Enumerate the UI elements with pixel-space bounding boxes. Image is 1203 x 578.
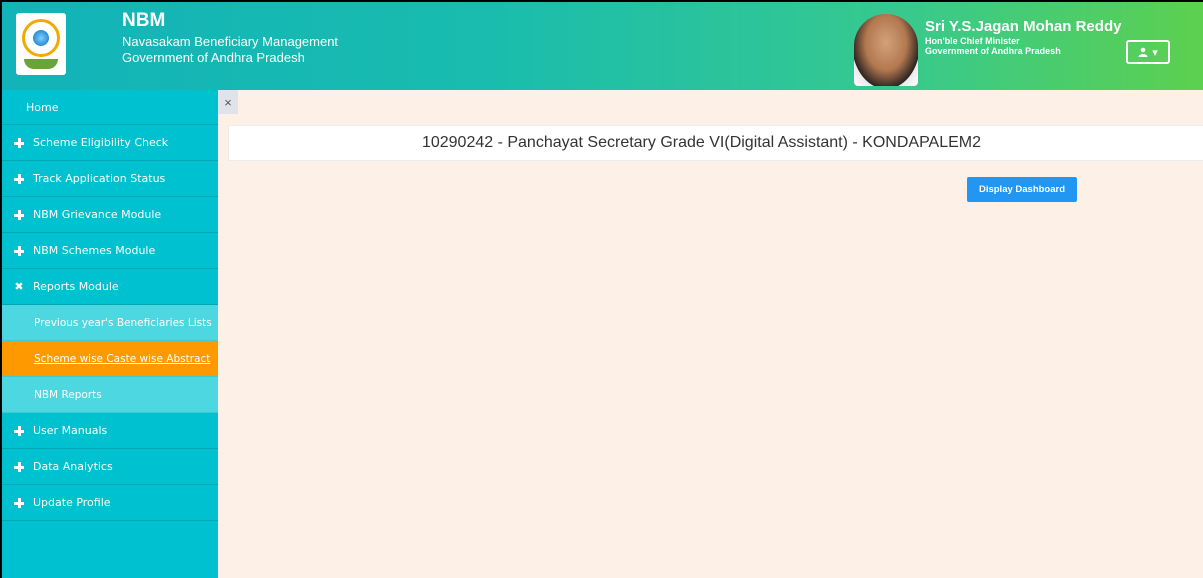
- plus-icon: [14, 173, 24, 184]
- ap-emblem-logo: [16, 13, 66, 75]
- plus-icon: [14, 497, 24, 508]
- sidebar-item-label: Reports Module: [33, 280, 119, 293]
- sidebar-item-scheme-eligibility-check[interactable]: Scheme Eligibility Check: [2, 125, 218, 161]
- cm-name: Sri Y.S.Jagan Mohan Reddy: [925, 18, 1122, 35]
- plus-icon: [14, 245, 24, 256]
- user-icon: [1138, 47, 1148, 57]
- sidebar-item-data-analytics[interactable]: Data Analytics: [2, 449, 218, 485]
- top-header: NBM Navasakam Beneficiary Management Gov…: [2, 2, 1203, 90]
- display-dashboard-button[interactable]: Display Dashboard: [967, 177, 1077, 202]
- submenu-item-nbm-reports[interactable]: NBM Reports: [2, 377, 218, 413]
- close-icon: ✖: [14, 279, 24, 293]
- user-menu-button[interactable]: ▾: [1126, 40, 1170, 64]
- sidebar-collapse-button[interactable]: ×: [218, 90, 238, 114]
- sidebar-item-update-profile[interactable]: Update Profile: [2, 485, 218, 521]
- app-frame: NBM Navasakam Beneficiary Management Gov…: [0, 0, 1203, 578]
- seal-icon: [22, 19, 60, 57]
- sidebar-item-label: Scheme Eligibility Check: [33, 136, 169, 149]
- app-short-name: NBM: [122, 10, 166, 31]
- app-full-name: Navasakam Beneficiary Management: [122, 34, 339, 49]
- chevron-down-icon: ▾: [1152, 46, 1158, 59]
- sidebar-item-label: NBM Schemes Module: [33, 244, 156, 257]
- sidebar-item-label: NBM Grievance Module: [33, 208, 162, 221]
- sidebar-item-label: Track Application Status: [33, 172, 166, 185]
- submenu-item-label: NBM Reports: [34, 388, 102, 401]
- cm-title: Hon'ble Chief Minister: [925, 36, 1020, 46]
- chief-minister-info: Sri Y.S.Jagan Mohan Reddy Hon'ble Chief …: [925, 18, 1121, 56]
- leaf-decoration: [24, 59, 58, 69]
- sidebar: Home Scheme Eligibility Check Track Appl…: [2, 90, 218, 578]
- submenu-item-previous-year-beneficiaries[interactable]: Previous year's Beneficiaries Lists: [2, 305, 218, 341]
- submenu-item-label: Previous year's Beneficiaries Lists: [34, 316, 212, 329]
- sidebar-item-nbm-schemes-module[interactable]: NBM Schemes Module: [2, 233, 218, 269]
- plus-icon: [14, 461, 24, 472]
- plus-icon: [14, 209, 24, 220]
- close-icon: ×: [224, 94, 232, 110]
- plus-icon: [14, 137, 24, 148]
- page-title: 10290242 - Panchayat Secretary Grade VI(…: [421, 134, 982, 151]
- plus-icon: [14, 425, 24, 436]
- sidebar-item-home[interactable]: Home: [2, 90, 218, 125]
- page-title-bar: 10290242 - Panchayat Secretary Grade VI(…: [228, 125, 1203, 161]
- brand-block: NBM Navasakam Beneficiary Management Gov…: [122, 10, 338, 65]
- gov-name: Government of Andhra Pradesh: [122, 50, 305, 65]
- sidebar-item-label: Home: [26, 100, 59, 114]
- sidebar-item-reports-module[interactable]: ✖ Reports Module: [2, 269, 218, 305]
- sidebar-item-nbm-grievance-module[interactable]: NBM Grievance Module: [2, 197, 218, 233]
- sidebar-item-label: User Manuals: [33, 424, 108, 437]
- submenu-item-label: Scheme wise Caste wise Abstract: [34, 352, 211, 365]
- sidebar-item-label: Data Analytics: [33, 460, 113, 473]
- submenu-item-scheme-caste-abstract[interactable]: Scheme wise Caste wise Abstract: [2, 341, 218, 377]
- sidebar-item-user-manuals[interactable]: User Manuals: [2, 413, 218, 449]
- sidebar-item-track-application-status[interactable]: Track Application Status: [2, 161, 218, 197]
- main-content: 10290242 - Panchayat Secretary Grade VI(…: [218, 90, 1203, 578]
- chief-minister-photo: [854, 14, 918, 86]
- cm-gov: Government of Andhra Pradesh: [925, 46, 1061, 56]
- sidebar-item-label: Update Profile: [33, 496, 111, 509]
